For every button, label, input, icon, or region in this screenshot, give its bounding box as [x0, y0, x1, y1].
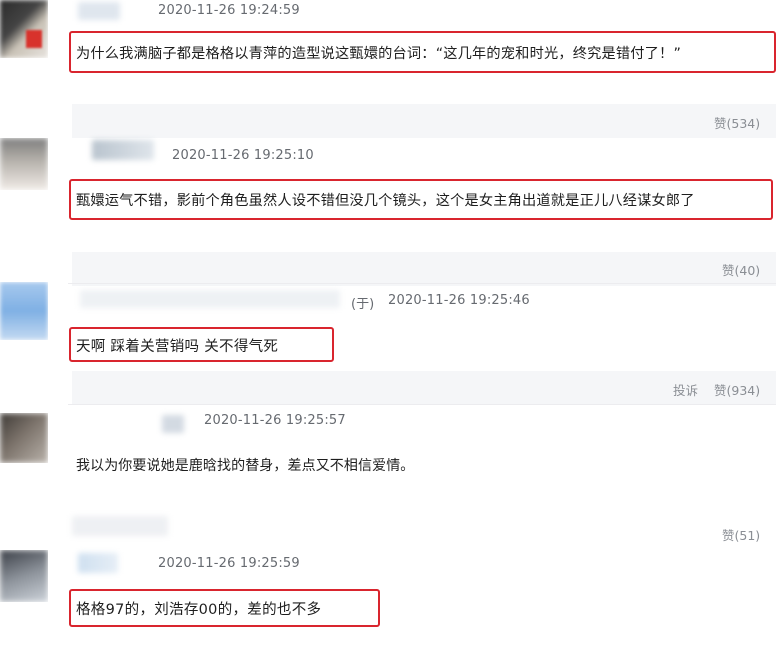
like-button[interactable]: 赞(51): [722, 525, 760, 544]
like-count: (40): [734, 263, 761, 278]
like-count: (934): [726, 383, 761, 398]
avatar[interactable]: [0, 282, 48, 340]
divider: [68, 404, 776, 405]
comment-action-bar: [72, 252, 776, 286]
divider: [68, 283, 776, 284]
comment-timestamp: 2020-11-26 19:25:10: [172, 148, 314, 163]
like-count: (534): [726, 116, 761, 131]
username-blurred[interactable]: [80, 290, 340, 308]
like-label: 赞: [714, 116, 727, 131]
username-blurred[interactable]: [78, 553, 118, 573]
comment-timestamp: 2020-11-26 19:24:59: [158, 3, 300, 18]
username-blurred[interactable]: [92, 140, 154, 160]
like-button[interactable]: 赞(534): [714, 113, 760, 132]
like-label: 赞: [714, 383, 727, 398]
comment-timestamp: 2020-11-26 19:25:59: [158, 556, 300, 571]
comment-action-bar: [72, 104, 776, 138]
like-count: (51): [734, 528, 761, 543]
avatar[interactable]: [0, 413, 48, 463]
comment-timestamp: 2020-11-26 19:25:46: [388, 293, 530, 308]
like-label: 赞: [722, 263, 735, 278]
comment-text: 天啊 踩着关营销吗 关不得气死: [76, 339, 279, 355]
comment-feed: 2020-11-26 19:24:59 为什么我满脑子都是格格以青萍的造型说这甄…: [0, 0, 776, 648]
username-fragment: (于): [351, 297, 375, 312]
comment-action-bar: [72, 371, 776, 405]
like-label: 赞: [722, 528, 735, 543]
comment-text: 我以为你要说她是鹿晗找的替身，差点又不相信爱情。: [76, 458, 415, 474]
username-blurred[interactable]: [72, 516, 168, 536]
avatar[interactable]: [0, 0, 48, 58]
report-button[interactable]: 投诉: [673, 380, 698, 399]
avatar[interactable]: [0, 550, 48, 602]
avatar[interactable]: [0, 138, 48, 190]
like-button[interactable]: 赞(934): [714, 380, 760, 399]
comment-timestamp: 2020-11-26 19:25:57: [204, 413, 346, 428]
like-button[interactable]: 赞(40): [722, 260, 760, 279]
comment-text: 甄嬛运气不错，影前个角色虽然人设不错但没几个镜头，这个是女主角出道就是正儿八经谋…: [76, 193, 695, 209]
comment-text: 为什么我满脑子都是格格以青萍的造型说这甄嬛的台词：“这几年的宠和时光，终究是错付…: [76, 46, 681, 62]
username-blurred[interactable]: [78, 2, 120, 20]
username-blurred[interactable]: [162, 415, 184, 433]
comment-text: 格格97的，刘浩存00的，差的也不多: [76, 602, 322, 618]
